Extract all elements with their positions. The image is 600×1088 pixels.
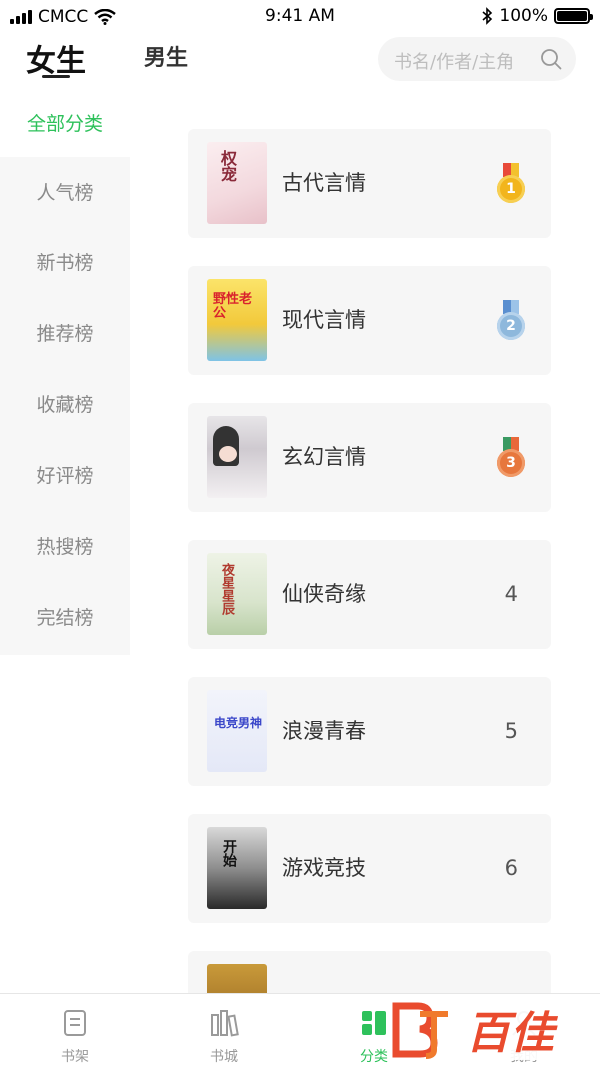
- category-name: 古代言情: [282, 171, 366, 195]
- battery-percent: 100%: [499, 6, 548, 26]
- sidebar-item-recommend[interactable]: 推荐榜: [0, 299, 130, 370]
- category-name: 游戏竞技: [282, 856, 366, 880]
- category-name: 仙侠奇缘: [282, 582, 366, 606]
- book-cover: [207, 416, 267, 498]
- tab-male[interactable]: 男生: [144, 40, 188, 72]
- nav-label: 分类: [360, 1049, 388, 1065]
- svg-text:百佳: 百佳: [466, 1008, 559, 1059]
- nav-label: 书架: [61, 1049, 89, 1065]
- battery-icon: [554, 8, 593, 24]
- category-name: 玄幻言情: [282, 445, 366, 469]
- category-card[interactable]: 电竞男神 浪漫青春 5: [188, 677, 551, 786]
- rank-number: 5: [504, 719, 518, 743]
- book-cover: 权宠: [207, 142, 267, 224]
- sidebar-item-all[interactable]: 全部分类: [0, 104, 130, 158]
- category-card[interactable]: 野性老公 现代言情 2: [188, 266, 551, 375]
- nav-bookshelf[interactable]: 书架: [35, 1008, 115, 1066]
- sidebar-item-popular[interactable]: 人气榜: [0, 157, 130, 228]
- rank-number: 6: [504, 856, 518, 880]
- nav-bookstore[interactable]: 书城: [184, 1008, 264, 1066]
- book-cover: 电竞男神: [207, 690, 267, 772]
- category-name: 现代言情: [282, 308, 366, 332]
- sidebar-item-new[interactable]: 新书榜: [0, 228, 130, 299]
- category-card[interactable]: 玄幻言情 3: [188, 403, 551, 512]
- bookshelf-icon: [64, 1010, 86, 1036]
- tab-active-indicator: [42, 75, 70, 78]
- sidebar-item-completed[interactable]: 完结榜: [0, 583, 130, 654]
- category-card[interactable]: 权宠 古代言情 1: [188, 129, 551, 238]
- gold-medal-icon: 1: [495, 163, 527, 205]
- sidebar-item-hot-search[interactable]: 热搜榜: [0, 512, 130, 583]
- status-bar: CMCC 9:41 AM 100%: [0, 0, 600, 34]
- search-input[interactable]: 书名/作者/主角: [378, 37, 576, 81]
- search-icon[interactable]: [540, 48, 562, 70]
- bronze-medal-icon: 3: [495, 437, 527, 479]
- tab-female[interactable]: 女生: [26, 36, 86, 80]
- book-cover: 夜星星辰: [207, 553, 267, 635]
- category-card[interactable]: 夜星星辰 仙侠奇缘 4: [188, 540, 551, 649]
- rank-number: 4: [504, 582, 518, 606]
- book-cover: 野性老公: [207, 279, 267, 361]
- category-icon: [362, 1011, 386, 1035]
- nav-label: 书城: [210, 1049, 238, 1065]
- bluetooth-icon: [482, 7, 493, 25]
- category-name: 浪漫青春: [282, 719, 366, 743]
- book-cover: 开始: [207, 827, 267, 909]
- category-list: 权宠 古代言情 1 野性老公 现代言情 2 玄幻言情 3 夜星星辰 仙侠奇缘 4…: [188, 129, 551, 1088]
- sidebar: 人气榜 新书榜 推荐榜 收藏榜 好评榜 热搜榜 完结榜: [0, 157, 130, 655]
- category-card[interactable]: 开始 游戏竞技 6: [188, 814, 551, 923]
- sidebar-item-rated[interactable]: 好评榜: [0, 441, 130, 512]
- silver-medal-icon: 2: [495, 300, 527, 342]
- watermark-logo: 百佳: [390, 998, 576, 1060]
- search-placeholder: 书名/作者/主角: [394, 52, 515, 73]
- sidebar-item-favorites[interactable]: 收藏榜: [0, 370, 130, 441]
- bookstore-icon: [211, 1010, 239, 1037]
